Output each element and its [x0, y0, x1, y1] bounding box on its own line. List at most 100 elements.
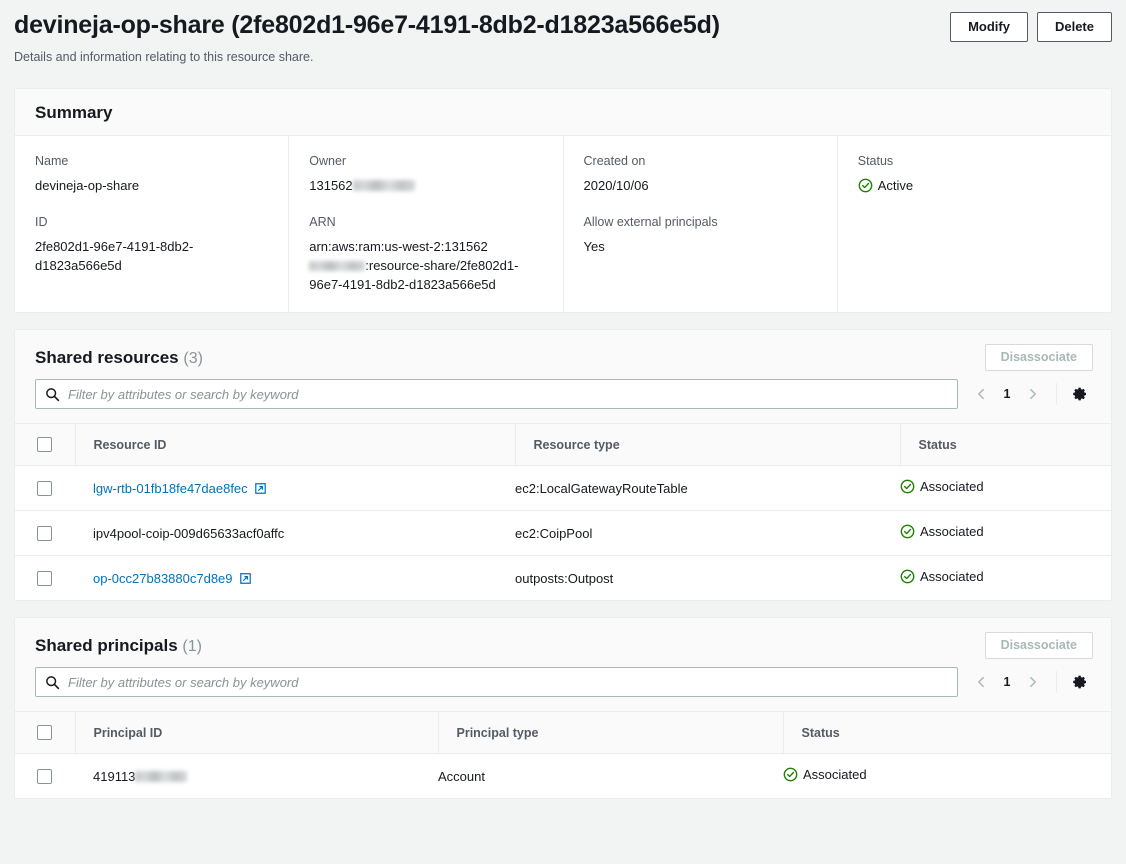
select-all-header [15, 712, 75, 754]
field-owner-text: 131562 [309, 178, 352, 193]
search-icon [45, 387, 60, 402]
shared-resources-next-page[interactable] [1020, 381, 1046, 407]
row-checkbox[interactable] [37, 571, 52, 586]
field-owner-value: 131562 [309, 176, 542, 195]
page-subtitle: Details and information relating to this… [0, 42, 1126, 66]
field-arn-prefix: arn:aws:ram:us-west-2:131562 [309, 239, 487, 254]
resource-id-text: op-0cc27b83880c7d8e9 [93, 571, 233, 586]
header-resource-id[interactable]: Resource ID [75, 424, 515, 466]
shared-principals-pagination: 1 [968, 669, 1093, 695]
table-row: ipv4pool-coip-009d65633acf0affc ec2:Coip… [15, 511, 1111, 556]
row-select-cell [15, 556, 75, 601]
gear-icon [1072, 674, 1088, 690]
row-checkbox[interactable] [37, 481, 52, 496]
owner-redaction [353, 180, 415, 191]
shared-principals-next-page[interactable] [1020, 669, 1046, 695]
shared-resources-search-input[interactable] [68, 387, 948, 402]
resource-id-link[interactable]: lgw-rtb-01fb18fe47dae8fec [93, 481, 267, 496]
summary-card-header: Summary [15, 89, 1111, 136]
shared-principals-page-1[interactable]: 1 [996, 675, 1018, 689]
shared-resources-title-text: Shared resources [35, 348, 179, 367]
header-principal-status[interactable]: Status [783, 712, 1111, 754]
field-id-label: ID [35, 213, 268, 231]
external-link-icon [254, 482, 267, 495]
resource-id-link[interactable]: op-0cc27b83880c7d8e9 [93, 571, 252, 586]
table-row: lgw-rtb-01fb18fe47dae8fec ec2:LocalGatew… [15, 466, 1111, 511]
page-title: devineja-op-share (2fe802d1-96e7-4191-8d… [14, 8, 720, 42]
status-label: Associated [920, 479, 984, 494]
shared-resources-page-1[interactable]: 1 [996, 387, 1018, 401]
status-success-icon [900, 479, 915, 494]
status-label: Associated [920, 569, 984, 584]
cell-resource-type: outposts:Outpost [515, 556, 900, 601]
summary-column-2: Owner 131562 ARN arn:aws:ram:us-west-2:1… [289, 136, 563, 312]
header-resource-status[interactable]: Status [900, 424, 1111, 466]
shared-principals-table-head: Principal ID Principal type Status [15, 712, 1111, 754]
arn-redaction [309, 261, 365, 271]
shared-principals-search-box[interactable] [35, 667, 958, 697]
field-created-on-label: Created on [584, 152, 817, 170]
status-active-label: Active [878, 176, 913, 195]
status-success-icon [900, 569, 915, 584]
header-resource-type[interactable]: Resource type [515, 424, 900, 466]
chevron-left-icon [974, 675, 988, 689]
chevron-right-icon [1026, 675, 1040, 689]
shared-principals-search-input[interactable] [68, 675, 948, 690]
field-created-on-value: 2020/10/06 [584, 176, 817, 195]
shared-principals-title: Shared principals (1) [35, 636, 202, 656]
principal-id-text: 419113 [93, 769, 135, 784]
shared-principals-card-header: Shared principals (1) Disassociate [15, 618, 1111, 667]
status-badge: Associated [900, 569, 984, 584]
select-all-header [15, 424, 75, 466]
resource-id-text: ipv4pool-coip-009d65633acf0affc [93, 526, 284, 541]
modify-button[interactable]: Modify [950, 12, 1028, 42]
header-principal-id[interactable]: Principal ID [75, 712, 438, 754]
cell-principal-id: 419113 [75, 754, 438, 799]
cell-resource-id: op-0cc27b83880c7d8e9 [75, 556, 515, 601]
row-select-cell [15, 466, 75, 511]
field-id-value: 2fe802d1-96e7-4191-8db2-d1823a566e5d [35, 237, 268, 275]
summary-body: Name devineja-op-share ID 2fe802d1-96e7-… [15, 136, 1111, 312]
field-allow-external-principals-value: Yes [584, 237, 817, 256]
shared-resources-table: Resource ID Resource type Status lgw-rtb… [15, 424, 1111, 600]
shared-resources-title: Shared resources (3) [35, 348, 203, 368]
resource-id-text: lgw-rtb-01fb18fe47dae8fec [93, 481, 248, 496]
shared-principals-title-text: Shared principals [35, 636, 178, 655]
summary-column-4: Status Active [838, 136, 1111, 312]
external-link-icon [239, 572, 252, 585]
row-checkbox[interactable] [37, 526, 52, 541]
summary-column-1: Name devineja-op-share ID 2fe802d1-96e7-… [15, 136, 289, 312]
shared-principals-header-row: Principal ID Principal type Status [15, 712, 1111, 754]
shared-principals-table: Principal ID Principal type Status 41911… [15, 712, 1111, 798]
chevron-left-icon [974, 387, 988, 401]
page-header: devineja-op-share (2fe802d1-96e7-4191-8d… [0, 0, 1126, 42]
field-id: ID 2fe802d1-96e7-4191-8db2-d1823a566e5d [35, 213, 268, 275]
disassociate-principals-button[interactable]: Disassociate [985, 632, 1093, 659]
cell-resource-status: Associated [900, 511, 1111, 556]
disassociate-resources-button[interactable]: Disassociate [985, 344, 1093, 371]
shared-resources-prev-page[interactable] [968, 381, 994, 407]
status-label: Associated [803, 767, 867, 782]
select-all-checkbox[interactable] [37, 437, 52, 452]
header-principal-type[interactable]: Principal type [438, 712, 783, 754]
status-success-icon [783, 767, 798, 782]
cell-resource-id: ipv4pool-coip-009d65633acf0affc [75, 511, 515, 556]
shared-resources-card: Shared resources (3) Disassociate 1 [14, 329, 1112, 601]
header-actions: Modify Delete [950, 8, 1112, 42]
shared-principals-prev-page[interactable] [968, 669, 994, 695]
delete-button[interactable]: Delete [1037, 12, 1112, 42]
row-select-cell [15, 754, 75, 799]
row-checkbox[interactable] [37, 769, 52, 784]
table-row: 419113 Account Associated [15, 754, 1111, 799]
field-status: Status Active [858, 152, 1091, 198]
cell-resource-status: Associated [900, 556, 1111, 601]
shared-resources-search-box[interactable] [35, 379, 958, 409]
pager-divider [1056, 671, 1057, 693]
shared-principals-settings-button[interactable] [1067, 669, 1093, 695]
status-label: Associated [920, 524, 984, 539]
select-all-checkbox[interactable] [37, 725, 52, 740]
field-arn-label: ARN [309, 213, 542, 231]
pager-divider [1056, 383, 1057, 405]
shared-resources-settings-button[interactable] [1067, 381, 1093, 407]
cell-resource-type: ec2:CoipPool [515, 511, 900, 556]
